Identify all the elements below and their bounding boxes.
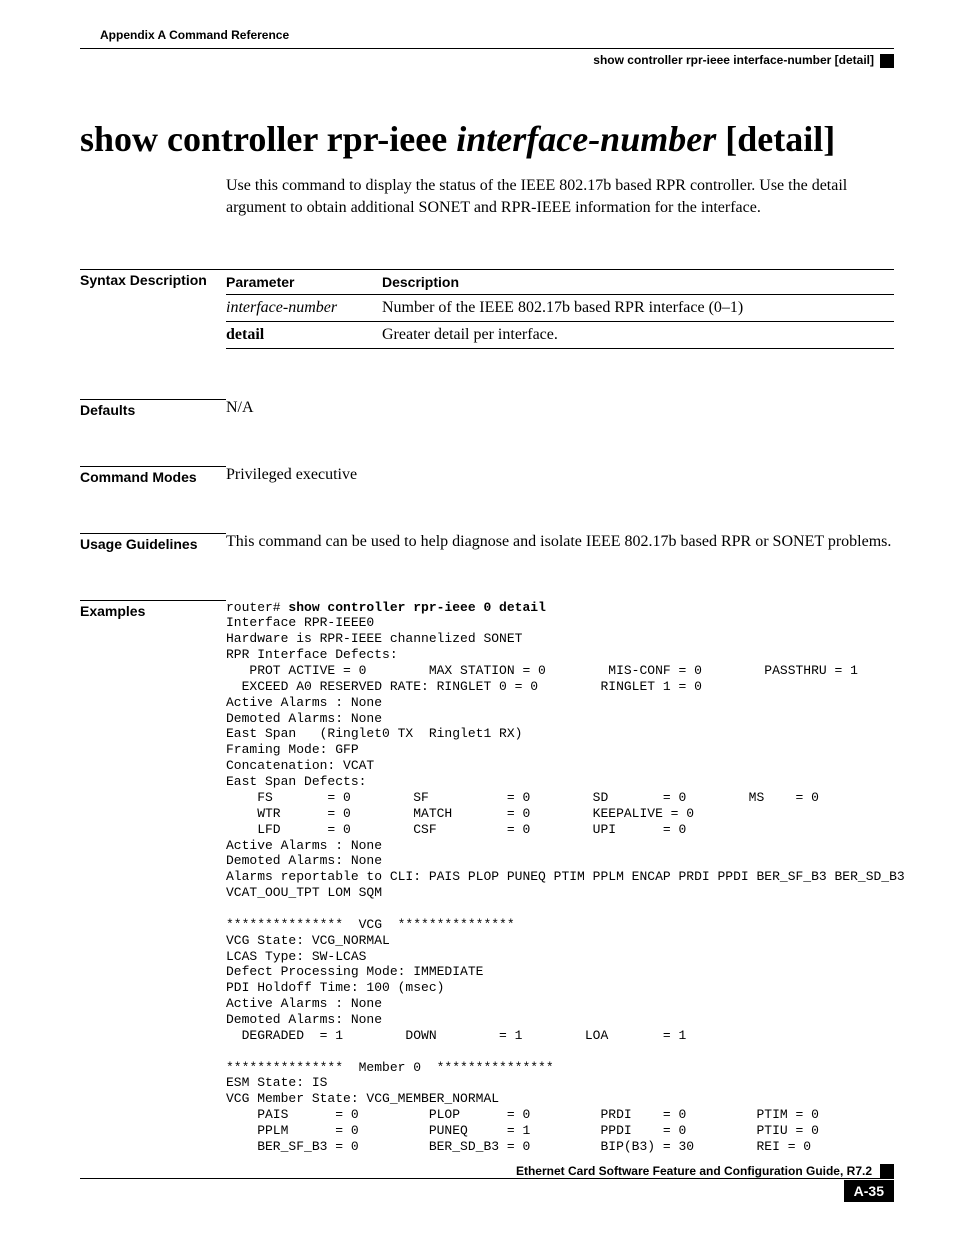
header-end-marker [880,54,894,68]
appendix-header: Appendix A Command Reference [100,28,894,42]
label-examples: Examples [80,600,226,619]
intro-paragraph: Use this command to display the status o… [226,175,894,218]
page-number-badge: A-35 [844,1180,894,1202]
footer-guide-title: Ethernet Card Software Feature and Confi… [80,1164,880,1178]
label-syntax: Syntax Description [80,269,226,288]
syntax-table: Parameter Description interface-number N… [226,269,894,349]
label-modes: Command Modes [80,466,226,485]
th-parameter: Parameter [226,269,382,294]
example-output: router# show controller rpr-ieee 0 detai… [226,600,913,1155]
usage-value: This command can be used to help diagnos… [226,533,894,551]
page-title: show controller rpr-ieee interface-numbe… [80,120,894,160]
footer-bar-icon [880,1164,894,1178]
modes-value: Privileged executive [226,466,894,484]
page-footer: Ethernet Card Software Feature and Confi… [80,1164,894,1201]
label-usage: Usage Guidelines [80,533,226,552]
th-description: Description [382,269,894,294]
defaults-value: N/A [226,399,894,417]
label-defaults: Defaults [80,399,226,418]
table-row: detail Greater detail per interface. [226,321,894,348]
section-crumb: show controller rpr-ieee interface-numbe… [80,53,894,68]
table-row: interface-number Number of the IEEE 802.… [226,294,894,321]
